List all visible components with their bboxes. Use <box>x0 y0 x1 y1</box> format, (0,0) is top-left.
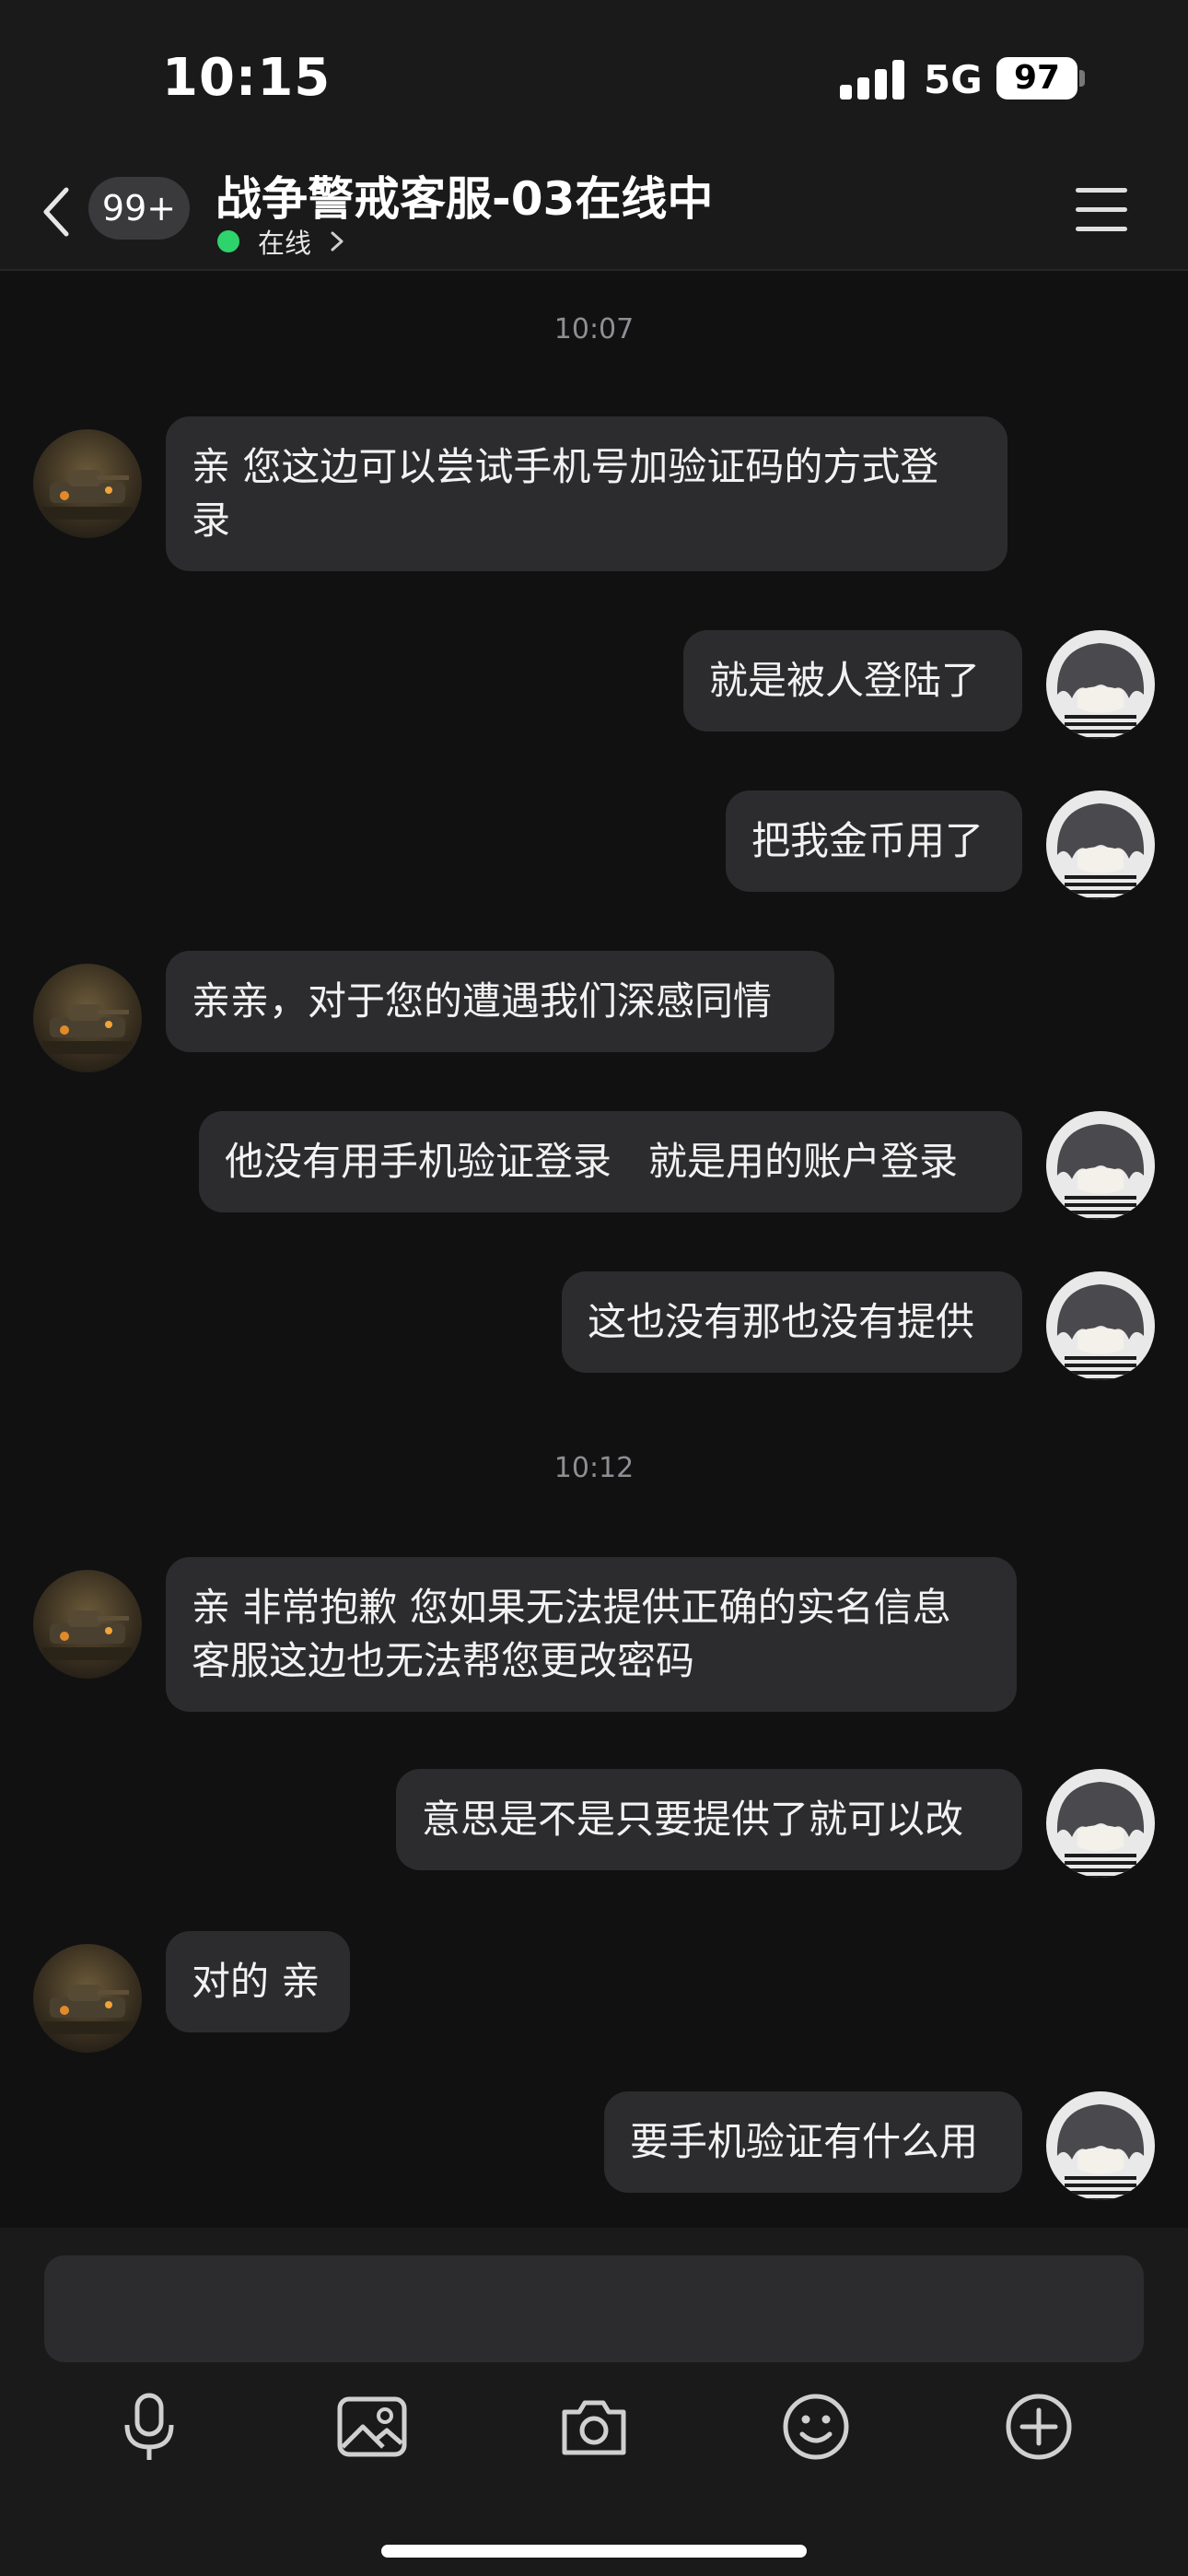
online-status[interactable]: 在线 <box>217 223 344 260</box>
timestamp: 10:07 <box>553 313 635 345</box>
battery-cap <box>1079 70 1085 87</box>
chat-header: 99+ 战争警戒客服-03在线中 在线 <box>0 157 1188 271</box>
user-message-bubble[interactable]: 就是被人登陆了 <box>683 630 1022 732</box>
agent-avatar[interactable] <box>33 429 142 538</box>
signal-icon <box>840 59 904 100</box>
status-time: 10:15 <box>162 48 332 108</box>
chevron-right-icon <box>331 231 344 252</box>
user-avatar[interactable] <box>1046 1271 1155 1380</box>
plus-icon[interactable] <box>1002 2390 1076 2464</box>
user-avatar[interactable] <box>1046 630 1155 739</box>
agent-avatar[interactable] <box>33 1570 142 1679</box>
user-avatar[interactable] <box>1046 1111 1155 1220</box>
microphone-icon[interactable] <box>112 2390 186 2464</box>
image-icon[interactable] <box>335 2390 409 2464</box>
emoji-icon[interactable] <box>779 2390 853 2464</box>
user-avatar[interactable] <box>1046 790 1155 899</box>
menu-icon[interactable] <box>1076 188 1127 232</box>
user-avatar[interactable] <box>1046 1769 1155 1878</box>
agent-message-bubble[interactable]: 亲亲，对于您的遭遇我们深感同情 <box>166 951 834 1052</box>
user-message-bubble[interactable]: 要手机验证有什么用 <box>604 2091 1022 2193</box>
agent-message-bubble[interactable]: 对的 亲 <box>166 1931 350 2032</box>
user-avatar[interactable] <box>1046 2091 1155 2200</box>
agent-avatar[interactable] <box>33 1944 142 2053</box>
network-type: 5G <box>924 57 983 102</box>
user-message-bubble[interactable]: 他没有用手机验证登录 就是用的账户登录 <box>199 1111 1022 1212</box>
unread-badge[interactable]: 99+ <box>88 177 190 240</box>
online-dot-icon <box>217 230 239 252</box>
user-message-bubble[interactable]: 意思是不是只要提供了就可以改 <box>396 1769 1022 1870</box>
timestamp: 10:12 <box>553 1452 635 1484</box>
online-status-text: 在线 <box>258 228 312 259</box>
message-input[interactable] <box>44 2255 1144 2362</box>
agent-message-bubble[interactable]: 亲 非常抱歉 您如果无法提供正确的实名信息 客服这边也无法帮您更改密码 <box>166 1557 1017 1712</box>
user-message-bubble[interactable]: 这也没有那也没有提供 <box>562 1271 1022 1373</box>
agent-message-bubble[interactable]: 亲 您这边可以尝试手机号加验证码的方式登 录 <box>166 416 1007 571</box>
input-area <box>0 2228 1188 2576</box>
camera-icon[interactable] <box>557 2390 631 2464</box>
agent-avatar[interactable] <box>33 964 142 1072</box>
chat-title: 战争警戒客服-03在线中 <box>215 172 714 226</box>
back-icon[interactable] <box>37 184 77 240</box>
user-message-bubble[interactable]: 把我金币用了 <box>726 790 1022 892</box>
battery-icon: 97 <box>996 57 1077 100</box>
home-indicator <box>381 2545 807 2558</box>
status-bar: 10:15 5G 97 <box>0 0 1188 157</box>
